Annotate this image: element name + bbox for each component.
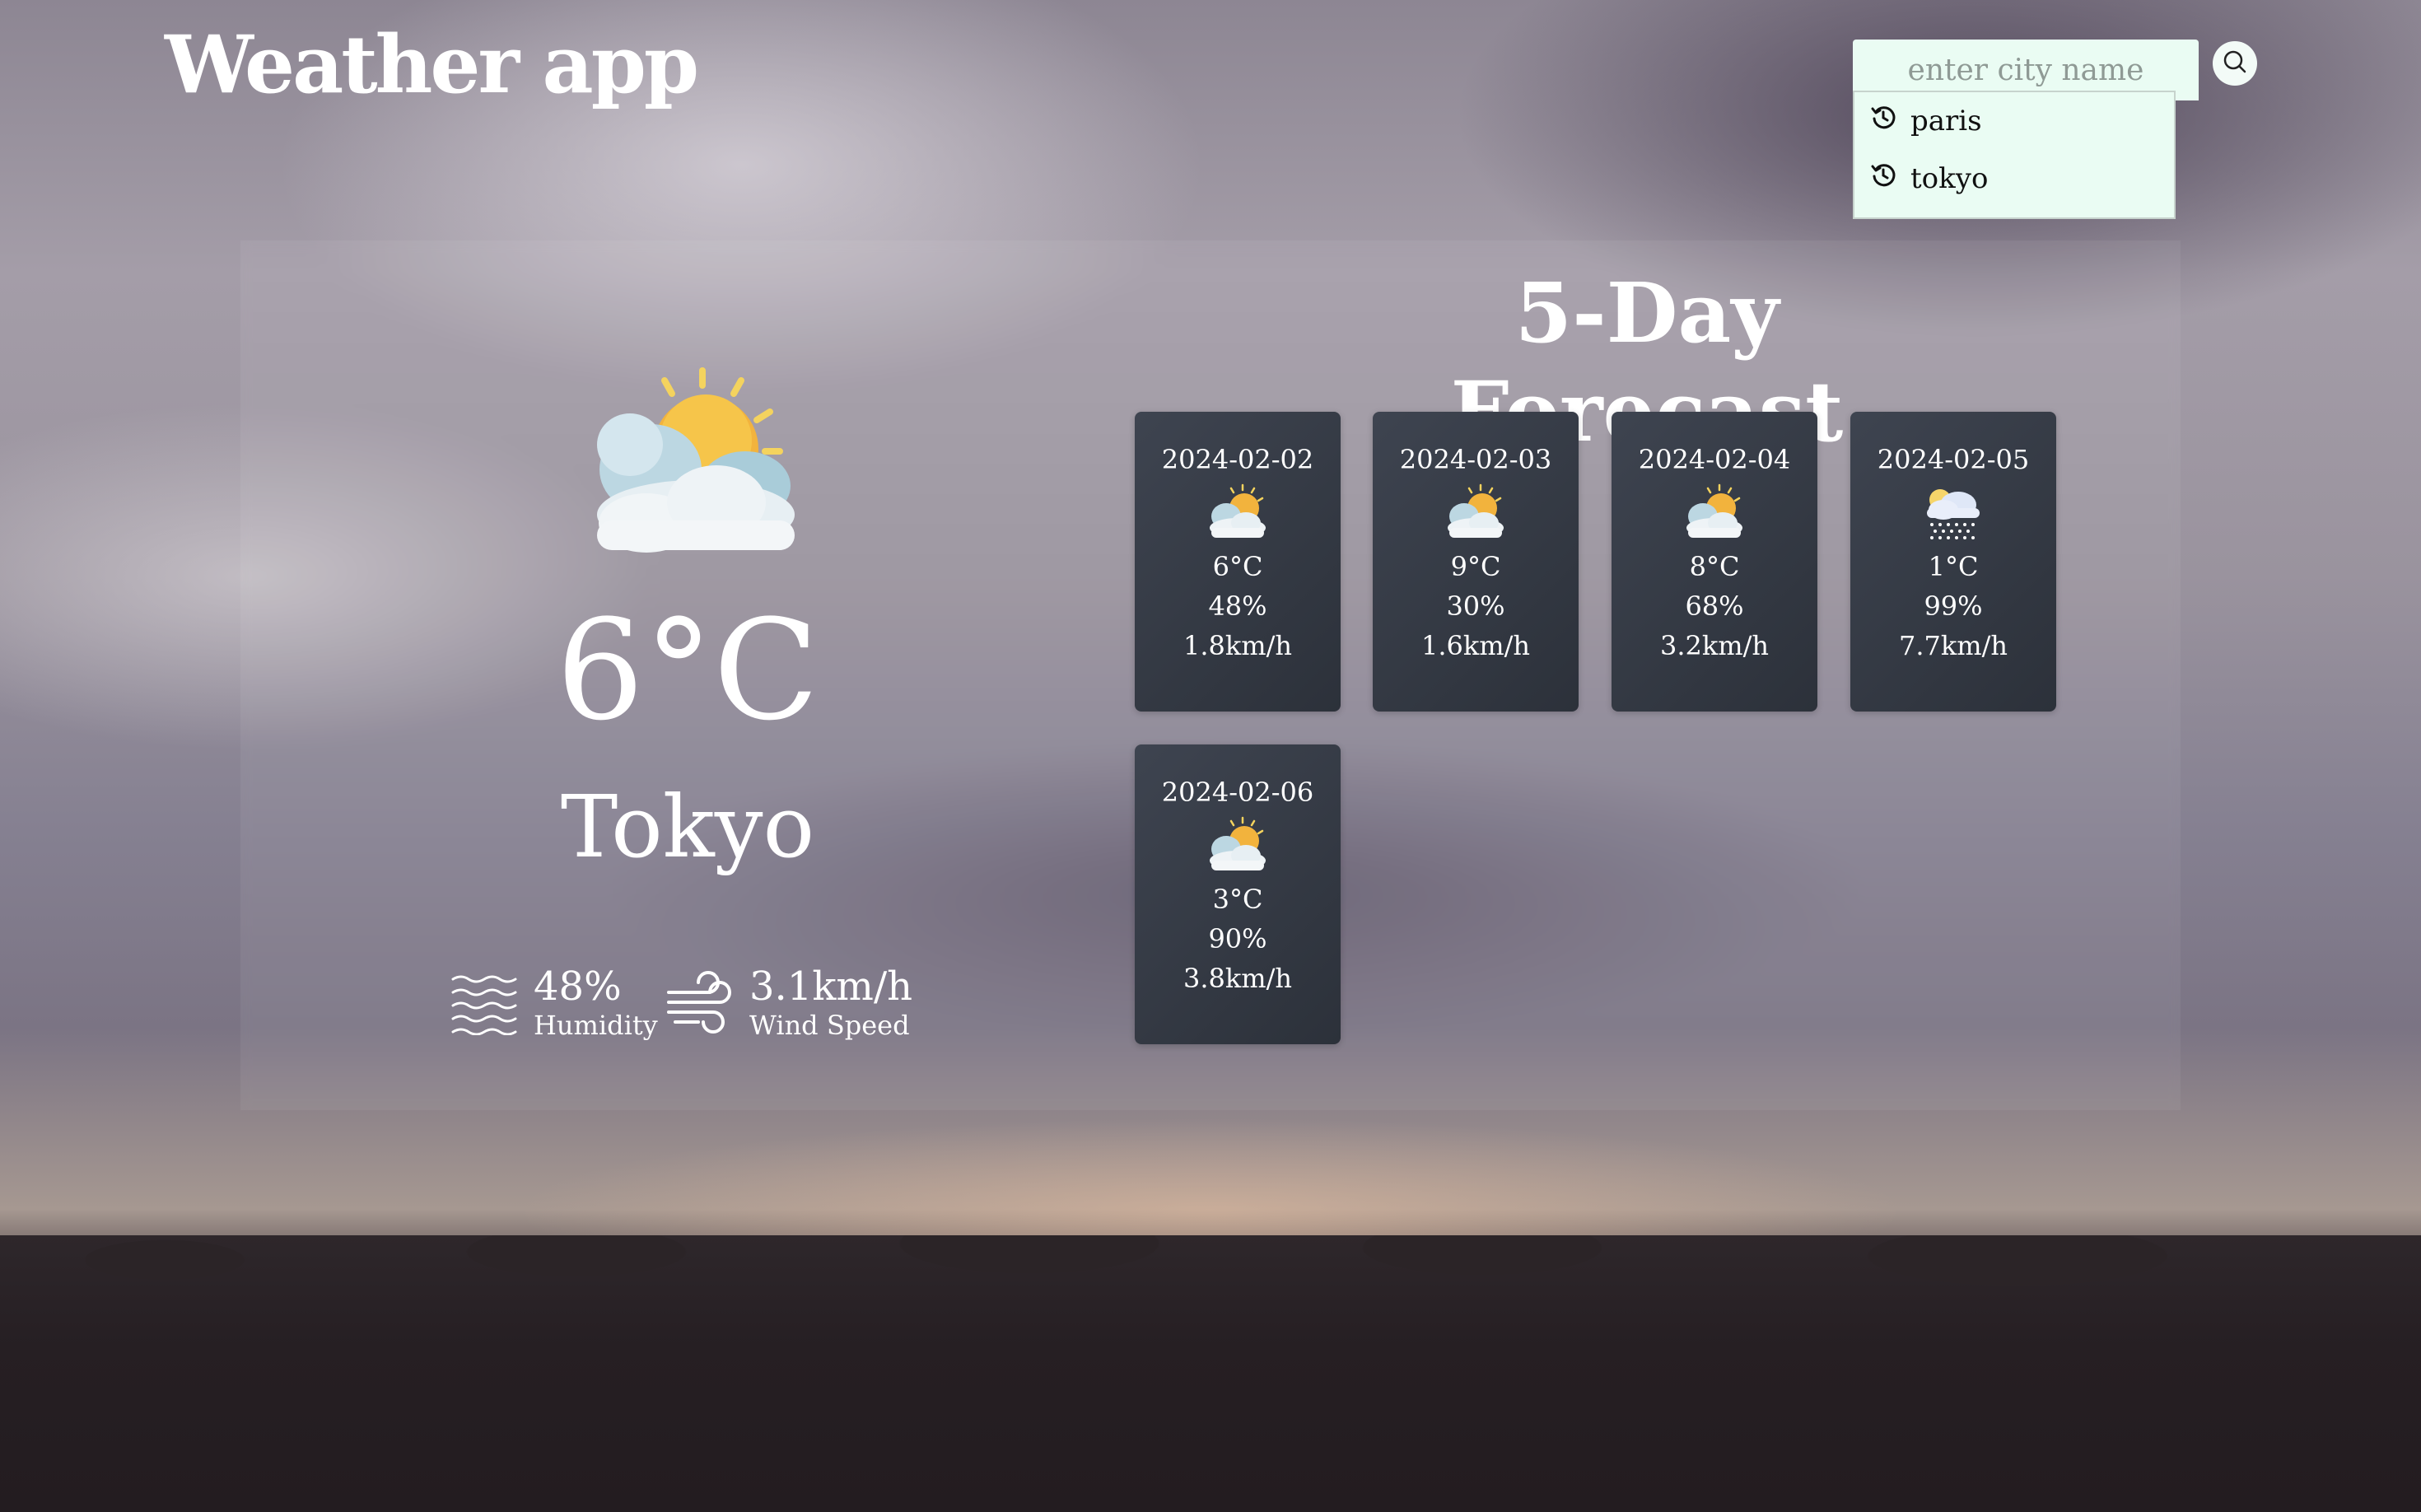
history-item-label: tokyo — [1910, 162, 1989, 195]
humidity-stat: 48% Humidity — [450, 965, 658, 1043]
forecast-humidity: 48% — [1208, 590, 1267, 622]
forecast-temperature: 9°C — [1450, 551, 1501, 582]
search-history-dropdown: paris tokyo — [1853, 91, 2176, 219]
forecast-wind: 7.7km/h — [1898, 630, 2008, 661]
background-treeline — [0, 1235, 2421, 1512]
current-temperature: 6°C — [556, 590, 819, 751]
forecast-card: 2024-02-06 3°C 90% 3.8km/h — [1135, 744, 1341, 1044]
history-icon — [1869, 161, 1910, 197]
city-name: Tokyo — [560, 777, 815, 877]
history-item-label: paris — [1910, 105, 1982, 138]
forecast-date: 2024-02-04 — [1638, 444, 1791, 475]
app-title: Weather app — [165, 18, 699, 111]
partly-cloudy-icon — [1135, 809, 1341, 880]
history-item-paris[interactable]: paris — [1854, 92, 2174, 150]
forecast-temperature: 6°C — [1212, 551, 1263, 582]
forecast-date: 2024-02-03 — [1399, 444, 1552, 475]
search-button[interactable] — [2213, 41, 2257, 86]
forecast-wind: 1.8km/h — [1183, 630, 1292, 661]
forecast-card: 2024-02-02 6°C 48% 1.8km/h — [1135, 412, 1341, 712]
forecast-temperature: 8°C — [1689, 551, 1740, 582]
humidity-label: Humidity — [534, 1009, 658, 1041]
forecast-card: 2024-02-05 1°C 99% 7.7km/h — [1850, 412, 2056, 712]
wind-value: 3.1km/h — [749, 964, 913, 1010]
snow-icon — [1850, 476, 2056, 547]
history-item-tokyo[interactable]: tokyo — [1854, 150, 2174, 208]
forecast-date: 2024-02-02 — [1161, 444, 1314, 475]
forecast-humidity: 68% — [1685, 590, 1744, 622]
partly-cloudy-icon — [572, 346, 811, 563]
wind-stat: 3.1km/h Wind Speed — [665, 965, 912, 1043]
forecast-wind: 1.6km/h — [1420, 630, 1530, 661]
forecast-date: 2024-02-05 — [1877, 444, 2030, 475]
forecast-date: 2024-02-06 — [1161, 777, 1314, 808]
forecast-wind: 3.8km/h — [1183, 963, 1292, 994]
forecast-humidity: 99% — [1924, 590, 1983, 622]
wind-label: Wind Speed — [749, 1009, 910, 1041]
partly-cloudy-icon — [1612, 476, 1817, 547]
wind-icon — [665, 968, 735, 1040]
forecast-wind: 3.2km/h — [1659, 630, 1769, 661]
forecast-temperature: 3°C — [1212, 884, 1263, 915]
humidity-icon — [450, 969, 519, 1038]
forecast-humidity: 30% — [1446, 590, 1505, 622]
history-icon — [1869, 104, 1910, 139]
partly-cloudy-icon — [1373, 476, 1579, 547]
forecast-card: 2024-02-03 9°C 30% 1.6km/h — [1373, 412, 1579, 712]
forecast-temperature: 1°C — [1928, 551, 1979, 582]
partly-cloudy-icon — [1135, 476, 1341, 547]
forecast-card: 2024-02-04 8°C 68% 3.2km/h — [1612, 412, 1817, 712]
forecast-humidity: 90% — [1208, 923, 1267, 954]
search-icon — [2221, 49, 2249, 79]
humidity-value: 48% — [534, 964, 622, 1010]
